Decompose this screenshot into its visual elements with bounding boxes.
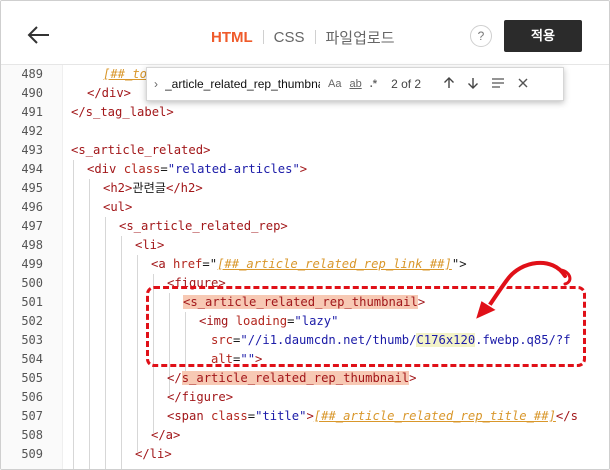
match-count: 2 of 2 bbox=[391, 77, 422, 91]
line-number: 495 bbox=[21, 181, 43, 195]
whole-word-toggle[interactable]: ab bbox=[349, 78, 361, 90]
line-number: 490 bbox=[21, 86, 43, 100]
line-number: 509 bbox=[21, 447, 43, 461]
code-line-495: <h2>관련글</h2> bbox=[103, 179, 203, 198]
line-number: 504 bbox=[21, 352, 43, 366]
attr-name-token: href bbox=[173, 257, 203, 271]
line-number: 505 bbox=[21, 371, 43, 385]
tab-divider bbox=[314, 30, 316, 44]
tag-token: <div bbox=[87, 162, 124, 176]
tag-token: <span bbox=[167, 409, 212, 423]
close-icon[interactable] bbox=[517, 77, 529, 92]
text-token: = bbox=[247, 409, 256, 423]
code-line-498: <li> bbox=[135, 236, 164, 255]
tag-token: > bbox=[409, 371, 417, 385]
code-line-506: </figure> bbox=[167, 388, 233, 407]
line-number: 508 bbox=[21, 428, 43, 442]
line-number: 507 bbox=[21, 409, 43, 423]
apply-button[interactable]: 적용 bbox=[504, 20, 582, 52]
tab-file-upload[interactable]: 파일업로드 bbox=[326, 27, 395, 48]
line-number: 501 bbox=[21, 295, 43, 309]
indent-guide bbox=[121, 236, 122, 469]
tag-token: </ bbox=[167, 371, 182, 385]
tag-token: <s_article_related_rep> bbox=[119, 219, 288, 233]
tab-divider bbox=[262, 30, 264, 44]
code-line-489: [##_to bbox=[103, 65, 147, 84]
line-number: 489 bbox=[21, 67, 43, 81]
code-line-493: <s_article_related> bbox=[71, 141, 210, 160]
tab-html[interactable]: HTML bbox=[211, 29, 253, 46]
code-line-490: </div> bbox=[87, 84, 131, 103]
code-line-507: <span class="title">[##_article_related_… bbox=[167, 407, 578, 426]
line-number: 498 bbox=[21, 238, 43, 252]
line-number: 497 bbox=[21, 219, 43, 233]
tag-token: <li> bbox=[135, 238, 165, 252]
line-number: 503 bbox=[21, 333, 43, 347]
code-line-508: </a> bbox=[151, 426, 180, 445]
tag-token: </div> bbox=[87, 86, 132, 100]
back-button[interactable] bbox=[23, 19, 55, 51]
back-arrow-icon bbox=[27, 26, 49, 44]
arrow-down-icon[interactable] bbox=[467, 77, 479, 92]
match-case-toggle[interactable]: Aa bbox=[328, 78, 341, 90]
placeholder-token: [##_article_related_rep_link_##] bbox=[217, 257, 452, 271]
tag-token: </figure> bbox=[167, 390, 234, 404]
indent-guide bbox=[73, 160, 74, 469]
text-token: = bbox=[160, 162, 168, 176]
line-number: 491 bbox=[21, 105, 43, 119]
code-line-499: <a href="[##_article_related_rep_link_##… bbox=[151, 255, 467, 274]
line-number: 496 bbox=[21, 200, 43, 214]
line-number: 494 bbox=[21, 162, 43, 176]
code-line-509: </li> bbox=[135, 445, 172, 464]
help-button[interactable]: ? bbox=[470, 25, 492, 47]
attr-name-token: class bbox=[123, 162, 161, 176]
line-number: 493 bbox=[21, 143, 43, 157]
tag-token: </s bbox=[555, 409, 578, 423]
placeholder-token: [##_article_related_rep_title_##] bbox=[313, 409, 556, 423]
tag-token: <s_article_related> bbox=[71, 143, 211, 157]
line-number: 492 bbox=[21, 124, 43, 138]
code-line-491: </s_tag_label> bbox=[71, 103, 174, 122]
attr-name-token: class bbox=[211, 409, 248, 423]
app-frame: HTML CSS 파일업로드 ? 적용 489 490 491 492 493 … bbox=[0, 0, 610, 470]
arrow-up-icon[interactable] bbox=[443, 76, 455, 92]
text-token: =" bbox=[202, 257, 218, 271]
line-number: 500 bbox=[21, 276, 43, 290]
search-match-highlight: s_article_related_rep_thumbnail bbox=[181, 371, 410, 385]
tag-token: > bbox=[306, 409, 314, 423]
tag-token: </li> bbox=[135, 447, 172, 461]
tag-token: <ul> bbox=[103, 200, 133, 214]
editor-header: HTML CSS 파일업로드 ? 적용 bbox=[1, 1, 609, 65]
tag-token: > bbox=[299, 162, 308, 176]
tag-token: <h2> bbox=[103, 181, 133, 195]
text-token: 관련글 bbox=[132, 181, 166, 195]
code-line-505: </s_article_related_rep_thumbnail> bbox=[167, 369, 417, 388]
line-number: 499 bbox=[21, 257, 43, 271]
attr-value-token: "related-articles" bbox=[167, 162, 300, 176]
attr-value-token: "title" bbox=[255, 409, 307, 423]
line-number: 506 bbox=[21, 390, 43, 404]
code-line-497: <s_article_related_rep> bbox=[119, 217, 288, 236]
menu-icon[interactable] bbox=[491, 77, 505, 92]
indent-guide bbox=[137, 255, 138, 452]
tag-token: </a> bbox=[151, 428, 181, 442]
curved-arrow-icon bbox=[473, 258, 572, 322]
placeholder-token: [##_to bbox=[103, 67, 148, 81]
regex-toggle[interactable]: .* bbox=[370, 78, 377, 90]
find-input[interactable]: _article_related_rep_thumbnail bbox=[165, 77, 320, 91]
code-line-494: <div class="related-articles"> bbox=[87, 160, 307, 179]
tag-token: <a bbox=[151, 257, 174, 271]
chevron-right-icon[interactable]: › bbox=[147, 77, 165, 91]
indent-guide bbox=[89, 179, 90, 469]
code-line-496: <ul> bbox=[103, 198, 132, 217]
tag-token: </s_tag_label> bbox=[71, 105, 174, 119]
tag-token: </h2> bbox=[166, 181, 203, 195]
tab-css[interactable]: CSS bbox=[274, 29, 305, 46]
editor-tabs: HTML CSS 파일업로드 bbox=[211, 23, 395, 51]
indent-guide bbox=[105, 217, 106, 469]
line-number: 502 bbox=[21, 314, 43, 328]
find-widget: › _article_related_rep_thumbnail Aa ab .… bbox=[146, 67, 564, 101]
